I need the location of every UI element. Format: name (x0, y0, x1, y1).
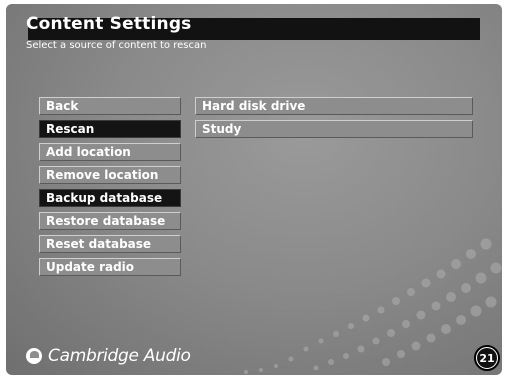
menu-item-add-location[interactable]: Add location (39, 143, 181, 161)
menu-item-restore-database[interactable]: Restore database (39, 212, 181, 230)
page-title: Content Settings (26, 14, 192, 34)
brand-name: Cambridge Audio (48, 346, 191, 366)
cambridge-audio-logo-icon (26, 348, 42, 364)
source-item-hard-disk-drive[interactable]: Hard disk drive (195, 97, 473, 115)
page-number: 21 (477, 348, 497, 368)
menu-item-rescan[interactable]: Rescan (39, 120, 181, 138)
page-number-badge: 21 (474, 345, 500, 371)
brand-logo: Cambridge Audio (26, 346, 191, 366)
menu-item-back[interactable]: Back (39, 97, 181, 115)
menu-item-update-radio[interactable]: Update radio (39, 258, 181, 276)
menu-item-reset-database[interactable]: Reset database (39, 235, 181, 253)
menu-item-remove-location[interactable]: Remove location (39, 166, 181, 184)
source-item-study[interactable]: Study (195, 120, 473, 138)
menu-item-backup-database[interactable]: Backup database (39, 189, 181, 207)
page-subtitle: Select a source of content to rescan (26, 40, 207, 51)
